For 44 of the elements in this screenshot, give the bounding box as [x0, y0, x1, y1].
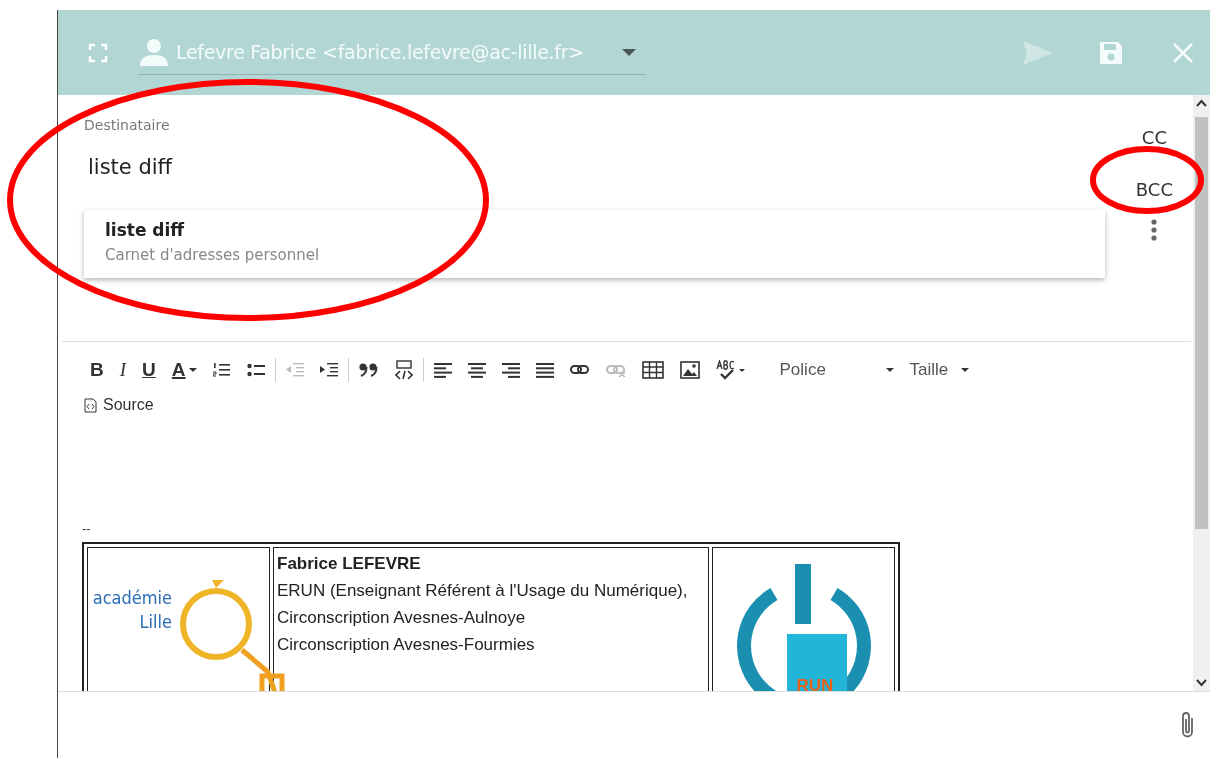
quote-icon — [358, 363, 379, 377]
spellcheck-icon — [715, 360, 746, 380]
bcc-button[interactable]: BCC — [1129, 163, 1179, 215]
align-right-icon — [501, 362, 520, 378]
suggestion-item[interactable]: liste diff Carnet d'adresses personnel — [84, 210, 1105, 278]
cc-button[interactable]: CC — [1135, 111, 1173, 163]
justify-icon — [535, 362, 554, 378]
size-dropdown[interactable]: Taille — [901, 355, 977, 385]
scroll-up-icon[interactable] — [1196, 99, 1207, 107]
div-block-icon — [394, 360, 413, 380]
italic-button[interactable]: I — [111, 355, 135, 385]
table-icon — [641, 361, 664, 379]
contact-source: Carnet d'adresses personnel — [105, 246, 321, 264]
scroll-down-icon[interactable] — [1196, 679, 1207, 687]
numbered-list-icon — [212, 362, 231, 378]
image-icon — [679, 361, 700, 379]
contact-name: liste diff — [105, 220, 186, 240]
underline-button[interactable]: U — [134, 355, 164, 385]
bulleted-list-icon — [246, 362, 265, 378]
scrollbar[interactable] — [1193, 95, 1210, 691]
align-center-icon — [467, 362, 486, 378]
logo-text: académie Lille — [91, 586, 172, 634]
source-code-icon — [84, 397, 97, 413]
unlink-icon — [605, 363, 626, 377]
signature-line: Circonscription Avesnes-Fourmies — [277, 635, 536, 655]
font-dropdown[interactable]: Police — [771, 355, 902, 385]
indent-icon — [319, 362, 338, 378]
bold-button[interactable]: B — [82, 355, 112, 385]
signature-separator: -- — [82, 521, 92, 536]
source-button[interactable]: Source — [82, 394, 156, 416]
person-icon — [138, 36, 170, 68]
link-icon — [569, 363, 590, 377]
align-left-icon — [433, 362, 452, 378]
signature-line: Circonscription Avesnes-Aulnoye — [277, 608, 527, 628]
caret-icon — [622, 48, 636, 56]
recipient-label: Destinataire — [84, 117, 170, 133]
signature-name: Fabrice LEFEVRE — [277, 554, 422, 574]
outdent-icon — [285, 362, 304, 378]
logo-text: RUN — [796, 676, 834, 691]
signature-line: ERUN (Enseignant Référent à l'Usage du Numérique), — [277, 581, 689, 601]
text-color-button[interactable]: A — [163, 355, 205, 385]
recipient-input[interactable]: liste diff — [84, 155, 592, 179]
attach-button[interactable] — [1180, 710, 1196, 740]
more-options-icon — [1151, 219, 1158, 241]
